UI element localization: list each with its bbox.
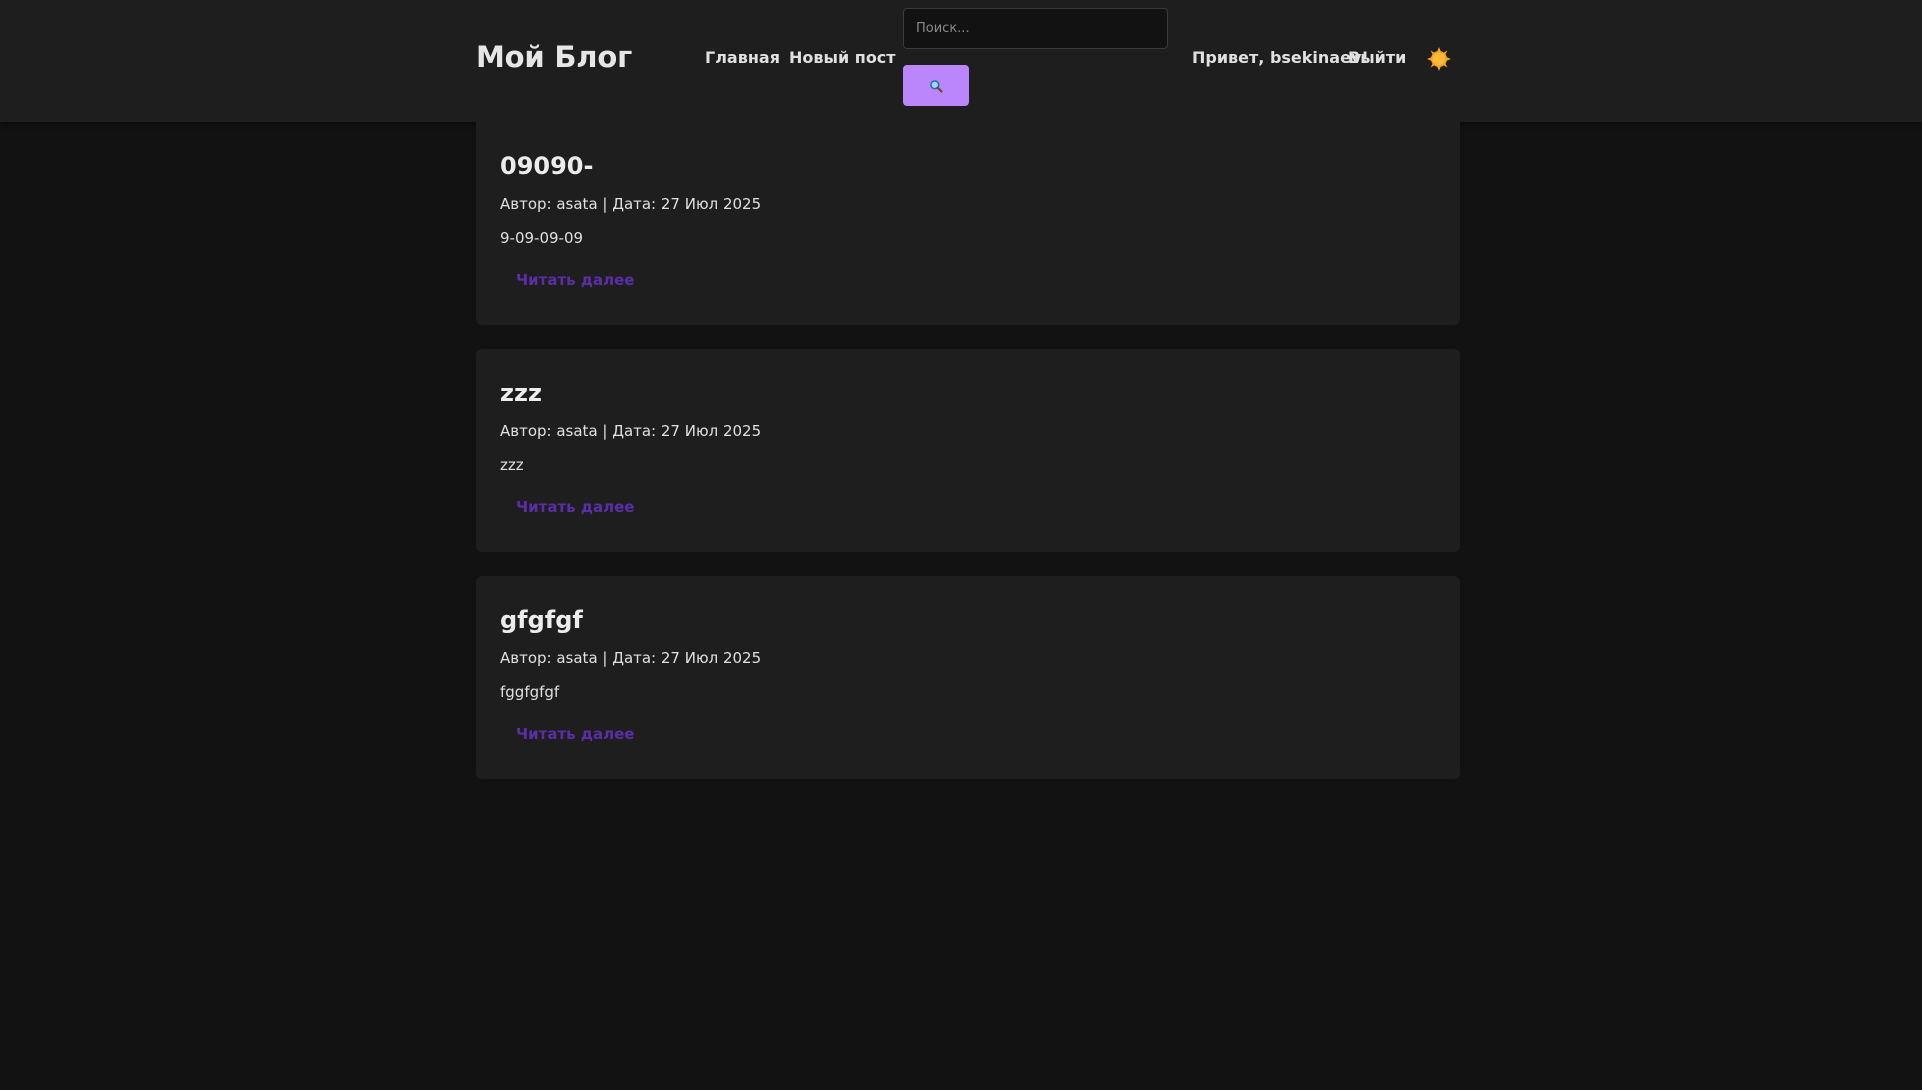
post-meta: Автор: asata | Дата: 27 Июл 2025 bbox=[500, 649, 762, 667]
nav-home-link[interactable]: Главная bbox=[705, 48, 780, 67]
post-title[interactable]: zzz bbox=[500, 379, 542, 407]
post-title[interactable]: 09090- bbox=[500, 152, 593, 180]
site-header: Мой Блог Главная Новый пост Привет, bsek… bbox=[0, 0, 1922, 122]
search-input[interactable] bbox=[903, 8, 1168, 49]
post-excerpt: zzz bbox=[500, 456, 524, 474]
post-meta: Автор: asata | Дата: 27 Июл 2025 bbox=[500, 422, 762, 440]
post-card: zzz Автор: asata | Дата: 27 Июл 2025 zzz… bbox=[476, 349, 1460, 552]
post-card: gfgfgf Автор: asata | Дата: 27 Июл 2025 … bbox=[476, 576, 1460, 779]
magnifier-icon bbox=[930, 79, 943, 93]
read-more-link[interactable]: Читать далее bbox=[516, 725, 634, 743]
sun-icon[interactable] bbox=[1426, 46, 1452, 72]
post-meta: Автор: asata | Дата: 27 Июл 2025 bbox=[500, 195, 762, 213]
post-excerpt: fggfgfgf bbox=[500, 683, 560, 701]
read-more-link[interactable]: Читать далее bbox=[516, 271, 634, 289]
post-card: 09090- Автор: asata | Дата: 27 Июл 2025 … bbox=[476, 122, 1460, 325]
nav-new-post-link[interactable]: Новый пост bbox=[789, 48, 896, 67]
search-button[interactable] bbox=[903, 65, 969, 106]
read-more-link[interactable]: Читать далее bbox=[516, 498, 634, 516]
user-greeting: Привет, bsekinaev! bbox=[1192, 48, 1369, 67]
site-logo[interactable]: Мой Блог bbox=[476, 40, 632, 74]
logout-link[interactable]: Выйти bbox=[1348, 48, 1406, 67]
posts-list: 09090- Автор: asata | Дата: 27 Июл 2025 … bbox=[476, 122, 1460, 803]
post-excerpt: 9-09-09-09 bbox=[500, 229, 584, 247]
post-title[interactable]: gfgfgf bbox=[500, 606, 583, 634]
